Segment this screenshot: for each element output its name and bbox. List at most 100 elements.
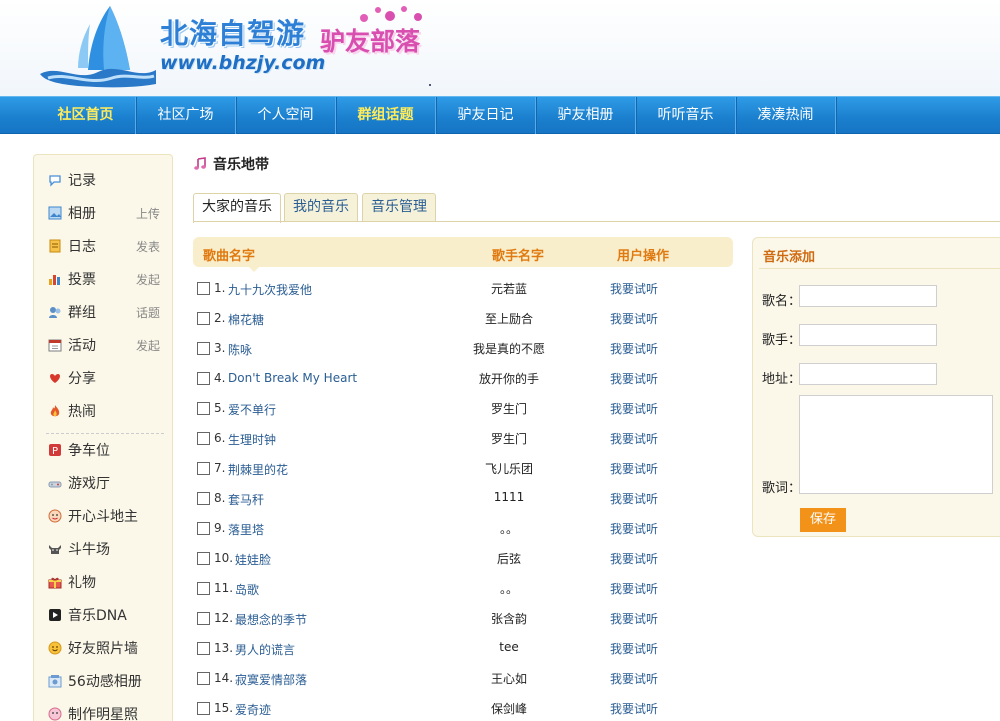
- nav-item-plaza[interactable]: 社区广场: [136, 97, 236, 134]
- smiley-icon: [48, 641, 62, 655]
- song-checkbox[interactable]: [197, 642, 210, 655]
- song-title-link[interactable]: 棉花糖: [228, 311, 264, 328]
- sidebar-item-diary[interactable]: 日志 发表: [48, 236, 160, 258]
- song-number: 15.: [214, 701, 234, 715]
- song-title-link[interactable]: 爱不单行: [228, 401, 276, 418]
- nav-item-home[interactable]: 社区首页: [36, 97, 136, 134]
- sidebar-start-link[interactable]: 发起: [136, 269, 160, 291]
- sidebar-item-parking[interactable]: P 争车位: [48, 440, 160, 462]
- sidebar-item-label: 开心斗地主: [68, 509, 138, 525]
- song-name-input[interactable]: [799, 285, 937, 307]
- sidebar-item-record[interactable]: 记录: [48, 170, 160, 192]
- listen-link[interactable]: 我要试听: [610, 670, 658, 687]
- song-checkbox[interactable]: [197, 702, 210, 715]
- song-checkbox[interactable]: [197, 672, 210, 685]
- song-checkbox[interactable]: [197, 522, 210, 535]
- listen-link[interactable]: 我要试听: [610, 430, 658, 447]
- song-checkbox[interactable]: [197, 342, 210, 355]
- logo-title[interactable]: 北海自驾游: [160, 12, 305, 52]
- sailboat-logo-icon[interactable]: [38, 4, 158, 88]
- song-checkbox[interactable]: [197, 282, 210, 295]
- sidebar-topic-link[interactable]: 话题: [136, 302, 160, 324]
- nav-item-music[interactable]: 听听音乐: [636, 97, 736, 134]
- nav-item-diary[interactable]: 驴友日记: [436, 97, 536, 134]
- listen-link[interactable]: 我要试听: [610, 700, 658, 717]
- sidebar-item-music-dna[interactable]: 音乐DNA: [48, 605, 160, 627]
- song-title-link[interactable]: 寂寞爱情部落: [235, 671, 307, 688]
- sidebar-publish-link[interactable]: 发表: [136, 236, 160, 258]
- sidebar-item-gift[interactable]: 礼物: [48, 572, 160, 594]
- song-title-link[interactable]: 岛歌: [235, 581, 259, 598]
- song-checkbox[interactable]: [197, 462, 210, 475]
- listen-link[interactable]: 我要试听: [610, 610, 658, 627]
- song-title-link[interactable]: 陈咏: [228, 341, 252, 358]
- header-dot: [429, 84, 431, 86]
- song-title-link[interactable]: Don't Break My Heart: [228, 371, 357, 385]
- singer-name: 我是真的不愿: [472, 342, 545, 356]
- nav-item-album[interactable]: 驴友相册: [536, 97, 636, 134]
- sidebar-item-bullfight[interactable]: 斗牛场: [48, 539, 160, 561]
- song-number: 9.: [214, 521, 226, 535]
- song-title-link[interactable]: 荆棘里的花: [228, 461, 288, 478]
- listen-link[interactable]: 我要试听: [610, 640, 658, 657]
- listen-link[interactable]: 我要试听: [610, 580, 658, 597]
- listen-link[interactable]: 我要试听: [610, 550, 658, 567]
- sidebar-item-photo-wall[interactable]: 好友照片墙: [48, 638, 160, 660]
- song-title-link[interactable]: 生理时钟: [228, 431, 276, 448]
- song-title-link[interactable]: 最想念的季节: [235, 611, 307, 628]
- song-title-link[interactable]: 娃娃脸: [235, 551, 271, 568]
- tab-everyone-music[interactable]: 大家的音乐: [193, 193, 281, 223]
- song-title-link[interactable]: 男人的谎言: [235, 641, 295, 658]
- song-title-link[interactable]: 落里塔: [228, 521, 264, 538]
- listen-link[interactable]: 我要试听: [610, 310, 658, 327]
- sidebar-item-landlord[interactable]: 开心斗地主: [48, 506, 160, 528]
- nav-item-groups[interactable]: 群组话题: [336, 97, 436, 134]
- sidebar-upload-link[interactable]: 上传: [136, 203, 160, 225]
- nav-item-personal[interactable]: 个人空间: [236, 97, 336, 134]
- listen-link[interactable]: 我要试听: [610, 460, 658, 477]
- sidebar-item-vote[interactable]: 投票 发起: [48, 269, 160, 291]
- listen-link[interactable]: 我要试听: [610, 340, 658, 357]
- song-row: 11. 岛歌 。。 我要试听: [197, 580, 737, 600]
- sidebar-item-event[interactable]: 活动 发起: [48, 335, 160, 357]
- logo-url[interactable]: www.bhzjy.com: [160, 52, 325, 74]
- singer-name: 罗生门: [490, 432, 527, 446]
- listen-link[interactable]: 我要试听: [610, 490, 658, 507]
- song-title-link[interactable]: 九十九次我爱他: [228, 281, 312, 298]
- song-checkbox[interactable]: [197, 432, 210, 445]
- sidebar-item-buzz[interactable]: 热闹: [48, 401, 160, 423]
- song-title-link[interactable]: 套马秆: [228, 491, 264, 508]
- sidebar-start-event-link[interactable]: 发起: [136, 335, 160, 357]
- tab-music-manage[interactable]: 音乐管理: [362, 193, 436, 222]
- song-checkbox[interactable]: [197, 372, 210, 385]
- song-checkbox[interactable]: [197, 552, 210, 565]
- splash-decoration-icon: [360, 6, 422, 22]
- song-row: 9. 落里塔 。。 我要试听: [197, 520, 737, 540]
- sidebar-item-album[interactable]: 相册 上传: [48, 203, 160, 225]
- sidebar-item-share[interactable]: 分享: [48, 368, 160, 390]
- song-checkbox[interactable]: [197, 312, 210, 325]
- song-title-link[interactable]: 爱奇迹: [235, 701, 271, 718]
- lyrics-textarea[interactable]: [799, 395, 993, 494]
- sidebar-item-star-photo[interactable]: 制作明星照: [48, 704, 160, 721]
- tab-my-music[interactable]: 我的音乐: [284, 193, 358, 222]
- listen-link[interactable]: 我要试听: [610, 520, 658, 537]
- save-button[interactable]: 保存: [800, 508, 846, 532]
- song-checkbox[interactable]: [197, 402, 210, 415]
- song-checkbox[interactable]: [197, 612, 210, 625]
- sidebar-item-arcade[interactable]: 游戏厅: [48, 473, 160, 495]
- song-checkbox[interactable]: [197, 582, 210, 595]
- nav-item-fun[interactable]: 凑凑热闹: [736, 97, 836, 134]
- listen-link[interactable]: 我要试听: [610, 280, 658, 297]
- sidebar-item-group[interactable]: 群组 话题: [48, 302, 160, 324]
- song-checkbox[interactable]: [197, 492, 210, 505]
- song-number: 10.: [214, 551, 234, 565]
- sidebar-item-56-album[interactable]: 56动感相册: [48, 671, 160, 693]
- listen-link[interactable]: 我要试听: [610, 370, 658, 387]
- listen-link[interactable]: 我要试听: [610, 400, 658, 417]
- sidebar-item-label: 斗牛场: [68, 542, 110, 558]
- group-icon: [49, 307, 61, 318]
- url-input[interactable]: [799, 363, 937, 385]
- singer-input[interactable]: [799, 324, 937, 346]
- song-number: 11.: [214, 581, 234, 595]
